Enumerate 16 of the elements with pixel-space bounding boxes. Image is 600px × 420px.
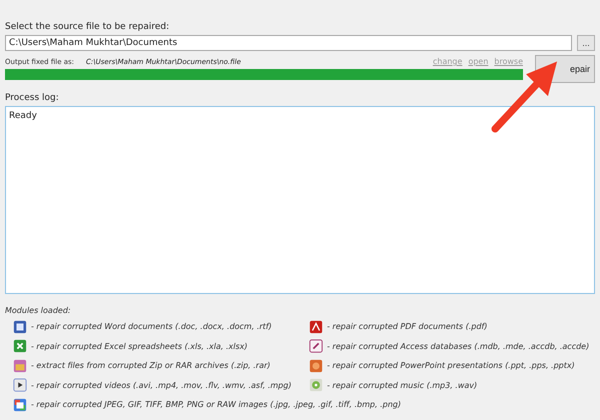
module-description: - extract files from corrupted Zip or RAR archives (.zip, .rar) [31,361,270,370]
log-label: Process log: [5,93,60,103]
module-description: - repair corrupted music (.mp3, .wav) [327,380,478,390]
log-text: Ready [9,111,38,121]
module-description: - repair corrupted videos (.avi, .mp4, .mov, .flv, .wmv, .asf, .mpg) [31,380,292,390]
browse-button[interactable]: ... [577,35,595,51]
module-description: - repair corrupted PDF documents (.pdf) [327,322,488,332]
module-description: - repair corrupted Excel spreadsheets (.xls, .xla, .xlsx) [31,342,248,351]
field-label: Select the source file to be repaired: [5,22,170,32]
module-description: - repair corrupted PowerPoint presentations (.ppt, .pps, .pptx) [327,361,575,370]
module-description: - repair corrupted JPEG, GIF, TIFF, BMP, PNG or RAW images (.jpg, .jpeg, .gif, .tiff, .bmp, .png) [31,400,401,410]
modules-label: Modules loaded: [5,306,72,315]
path-field[interactable]: C:\Users\Maham Mukhtar\Documents [5,35,572,51]
module-description: - repair corrupted Word documents (.doc, .docx, .docm, .rtf) [31,322,272,332]
module-description: - repair corrupted Access databases (.mdb, .mde, .accdb, .accde) [327,342,590,351]
video-file-icon [13,378,27,392]
